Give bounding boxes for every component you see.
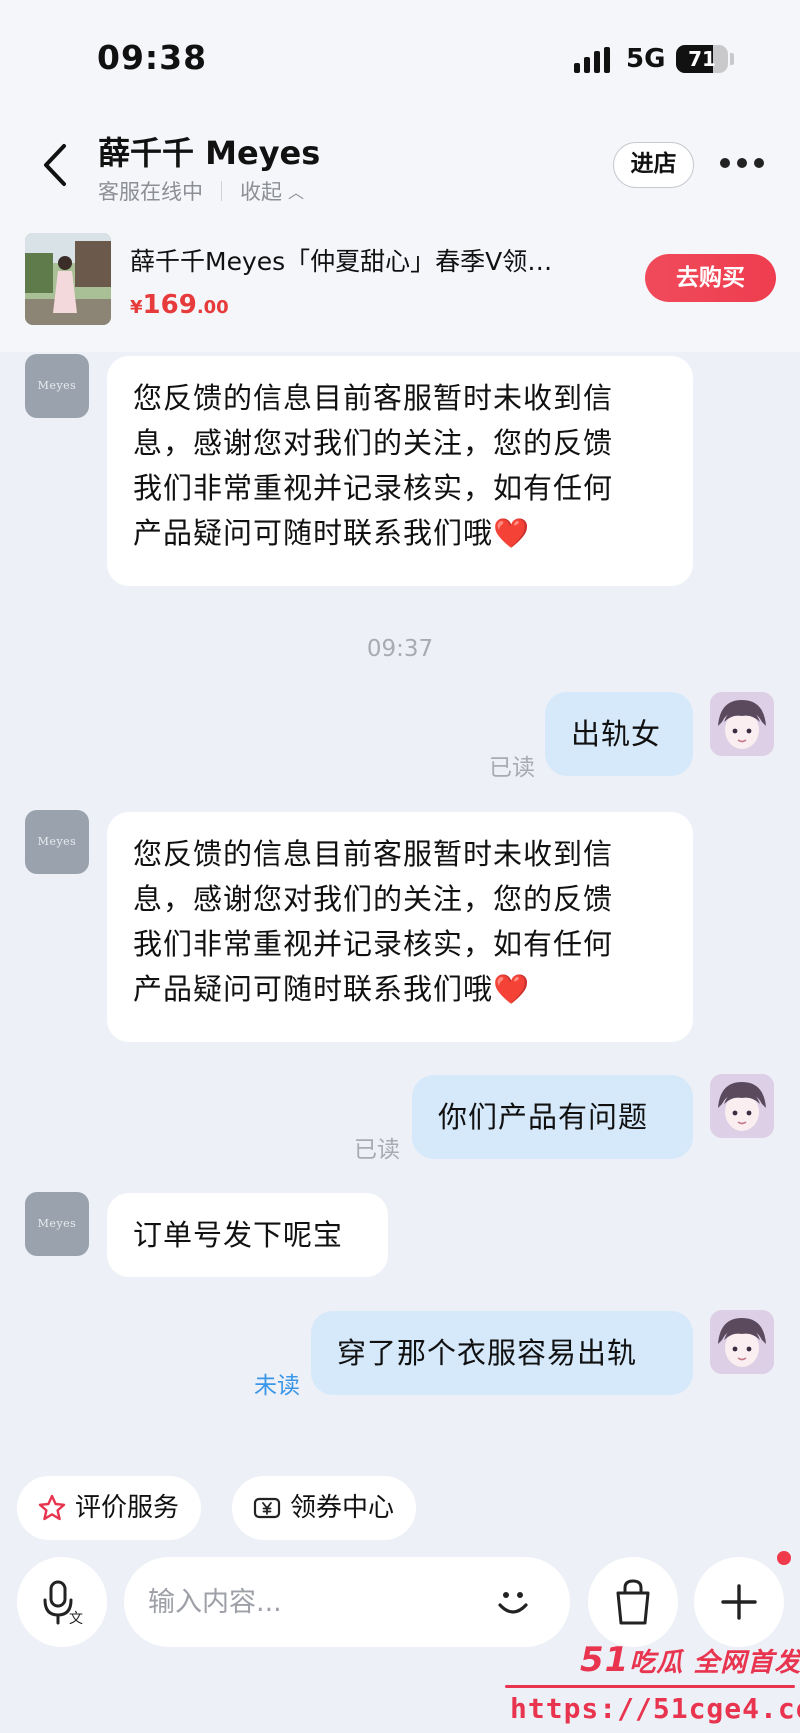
message-line: 息，感谢您对我们的关注，您的反馈 — [133, 882, 614, 916]
product-picker-button[interactable] — [588, 1557, 678, 1647]
voice-input-button[interactable]: 文 — [17, 1557, 107, 1647]
chat-title: 薛千千 Meyes — [98, 134, 321, 172]
message-line: 我们非常重视并记录核实，如有任何 — [133, 471, 614, 505]
signal-icon — [574, 47, 614, 73]
more-icon[interactable] — [720, 158, 764, 170]
message-line: 产品疑问可随时联系我们哦❤️ — [133, 972, 531, 1006]
svg-text:文: 文 — [69, 1611, 83, 1627]
unread-status: 未读 — [254, 1373, 300, 1399]
message-line: 您反馈的信息目前客服暂时未收到信 — [133, 837, 614, 871]
message-bubble-shop[interactable]: 您反馈的信息目前客服暂时未收到信 息，感谢您对我们的关注，您的反馈 我们非常重视… — [107, 356, 693, 586]
message-input[interactable] — [148, 1579, 478, 1625]
online-status: 客服在线中 — [98, 180, 203, 204]
battery-icon: 71 — [676, 45, 728, 73]
message-input-box[interactable] — [124, 1557, 570, 1647]
user-avatar[interactable] — [710, 692, 774, 756]
collapse-button[interactable]: 收起 — [240, 176, 282, 206]
coupon-center-button[interactable]: 领券中心 — [232, 1476, 417, 1540]
microphone-icon: 文 — [43, 1580, 83, 1627]
message-line: 产品疑问可随时联系我们哦❤️ — [133, 516, 531, 550]
plus-icon — [721, 1584, 757, 1620]
star-icon — [37, 1493, 67, 1523]
more-options-button[interactable] — [694, 1557, 784, 1647]
shop-avatar[interactable]: Meyes — [25, 810, 89, 874]
message-text: 订单号发下呢宝 — [133, 1218, 344, 1252]
network-label: 5G — [626, 44, 666, 74]
battery-tip — [730, 53, 734, 65]
notification-dot — [777, 1551, 791, 1565]
coupon-center-label: 领券中心 — [290, 1493, 395, 1523]
coupon-icon — [252, 1493, 282, 1523]
product-image[interactable] — [25, 233, 111, 325]
shop-avatar[interactable]: Meyes — [25, 354, 89, 418]
price-decimal: .00 — [196, 297, 229, 318]
message-bubble-shop[interactable]: 订单号发下呢宝 — [107, 1193, 388, 1277]
user-avatar[interactable] — [710, 1310, 774, 1374]
product-price: ¥169.00 — [130, 290, 229, 320]
read-status: 已读 — [489, 755, 535, 781]
message-text: 出轨女 — [571, 717, 662, 751]
read-status: 已读 — [354, 1137, 400, 1163]
message-line: 您反馈的信息目前客服暂时未收到信 — [133, 381, 614, 415]
price-currency: ¥ — [130, 297, 143, 318]
message-bubble-shop[interactable]: 您反馈的信息目前客服暂时未收到信 息，感谢您对我们的关注，您的反馈 我们非常重视… — [107, 812, 693, 1042]
message-bubble-user[interactable]: 出轨女 — [545, 692, 693, 776]
service-status: 客服在线中 收起 ︿ — [98, 176, 304, 206]
divider — [221, 181, 222, 201]
shopping-bag-icon — [616, 1579, 650, 1625]
watermark-url: https://51cge4.com — [510, 1692, 800, 1725]
watermark-brand: 51吃瓜 全网首发 — [580, 1640, 800, 1680]
rate-service-button[interactable]: 评价服务 — [17, 1476, 202, 1540]
battery-level: 71 — [688, 47, 716, 71]
message-line: 我们非常重视并记录核实，如有任何 — [133, 927, 614, 961]
watermark-brand-text: 吃瓜 全网首发 — [629, 1648, 800, 1678]
rate-service-label: 评价服务 — [75, 1493, 180, 1523]
message-line: 息，感谢您对我们的关注，您的反馈 — [133, 426, 614, 460]
watermark-brand-number: 51 — [580, 1640, 630, 1680]
watermark-underline — [505, 1685, 795, 1688]
message-bubble-user[interactable]: 你们产品有问题 — [412, 1075, 693, 1159]
chevron-up-icon[interactable]: ︿ — [288, 179, 304, 203]
status-time: 09:38 — [97, 38, 208, 77]
back-icon[interactable] — [36, 140, 76, 190]
buy-button[interactable]: 去购买 — [645, 254, 776, 302]
shop-avatar[interactable]: Meyes — [25, 1192, 89, 1256]
product-name[interactable]: 薛千千Meyes「仲夏甜心」春季V领… — [130, 242, 610, 278]
message-text: 穿了那个衣服容易出轨 — [337, 1336, 638, 1370]
emoji-icon[interactable] — [490, 1579, 536, 1625]
message-text: 你们产品有问题 — [438, 1100, 649, 1134]
message-bubble-user[interactable]: 穿了那个衣服容易出轨 — [311, 1311, 693, 1395]
chat-timestamp: 09:37 — [366, 636, 434, 662]
user-avatar[interactable] — [710, 1074, 774, 1138]
enter-shop-button[interactable]: 进店 — [613, 142, 694, 188]
price-integer: 169 — [142, 290, 197, 320]
